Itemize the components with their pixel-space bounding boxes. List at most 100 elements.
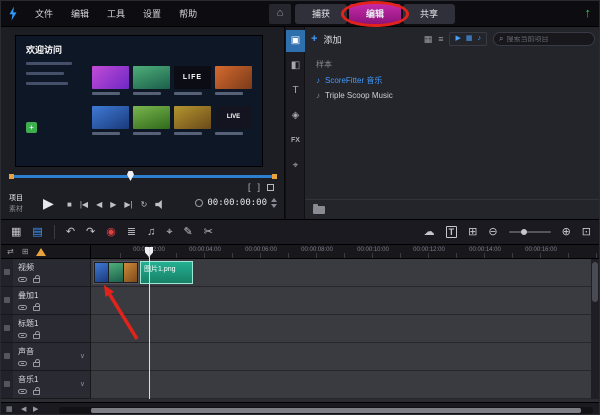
track-header-voice[interactable]: 声音 ∨ [1,343,91,371]
track-select-strip[interactable] [1,259,13,286]
ripple-link-icon[interactable] [18,333,27,338]
fit-timeline-button[interactable]: ⊡ [582,226,591,238]
video-track-lane[interactable]: 图片1.png [91,259,600,287]
video-filter-icon[interactable]: ▶ [455,35,460,43]
update-arrow-icon[interactable]: ↑ [585,5,592,20]
undo-button[interactable]: ↶ [66,226,75,238]
scroll-left-icon[interactable]: ◀ [21,406,26,414]
menu-settings[interactable]: 设置 [134,1,170,27]
prev-frame-button[interactable]: ◀ [96,200,102,209]
menu-help[interactable]: 帮助 [170,1,206,27]
scrollbar-thumb[interactable] [592,262,598,302]
volume-icon[interactable] [155,200,164,209]
mode-clip-button[interactable]: 素材 [9,204,23,215]
filters-icon[interactable]: FX [286,130,305,152]
gallery-view-icon[interactable]: ▦ [424,34,433,45]
zoom-slider[interactable] [509,231,551,233]
ripple-link-icon[interactable] [18,305,27,310]
media-library-icon[interactable]: ▣ [286,30,305,52]
photo-filter-icon[interactable]: ▦ [466,35,473,43]
track-header-overlay1[interactable]: 叠加1 [1,287,91,315]
titles-icon[interactable]: T [286,80,305,102]
menu-edit[interactable]: 编辑 [62,1,98,27]
lock-icon[interactable] [33,390,40,395]
lock-icon[interactable] [33,362,40,367]
add-folder-button[interactable]: 添加 [323,33,341,46]
sound-mixer-button[interactable]: ≣ [127,226,136,238]
browse-folder-icon[interactable] [313,206,325,214]
clip-filmstrip[interactable] [93,261,139,284]
track-header-video[interactable]: 视频 [1,259,91,287]
grid-toggle-icon[interactable]: ▦ [6,406,13,414]
scroll-right-icon[interactable]: ▶ [33,406,38,414]
subtitle-editor-button[interactable]: T [446,226,458,238]
chevron-down-icon[interactable]: ∨ [80,380,85,388]
timeline-view-button[interactable]: ▤ [32,226,42,238]
ripple-link-icon[interactable] [18,361,27,366]
library-item-scorefitter[interactable]: ♪ ScoreFitter 音乐 [316,75,382,86]
music-track-lane[interactable] [91,371,600,399]
title-track-lane[interactable] [91,315,600,343]
marker-triangle-icon[interactable] [36,248,46,256]
menu-tools[interactable]: 工具 [98,1,134,27]
split-clip-button[interactable]: ✂ [204,226,213,238]
swap-tracks-icon[interactable]: ⇄ [7,248,14,256]
track-header-title1[interactable]: 标题1 [1,315,91,343]
painting-creator-button[interactable]: ✎ [184,226,193,238]
tab-capture[interactable]: 捕获 [295,4,347,24]
tab-edit[interactable]: 编辑 [349,4,401,24]
ripple-link-icon[interactable] [18,389,27,394]
motion-tracking-button[interactable]: ⌖ [166,226,172,238]
stop-button[interactable]: ■ [67,200,72,209]
storyboard-view-button[interactable]: ▦ [11,226,21,238]
track-manager-button[interactable]: ⊞ [468,226,477,238]
lock-icon[interactable] [33,278,40,283]
auto-music-button[interactable]: ♫ [147,226,155,238]
next-frame-button[interactable]: ▶ [110,200,116,209]
home-frame-button[interactable]: |◀ [80,200,88,209]
list-view-icon[interactable]: ≡ [438,34,443,45]
lock-icon[interactable] [33,306,40,311]
redo-button[interactable]: ↷ [86,226,95,238]
scrollbar-thumb[interactable] [91,408,581,413]
home-button[interactable]: ⌂ [269,4,291,24]
track-select-strip[interactable] [1,343,13,370]
lock-icon[interactable] [33,334,40,339]
library-item-triplescoop[interactable]: ♪ Triple Scoop Music [316,91,393,100]
trim-start-marker[interactable] [9,174,14,179]
timeline-ruler[interactable]: ⇄ ⊞ 00:00:02:00 00:00:04:00 00:00:06:00 … [1,245,600,259]
trim-bar[interactable] [9,175,277,178]
trim-end-marker[interactable] [272,174,277,179]
playhead-line[interactable] [149,247,150,399]
zoom-out-button[interactable]: ⊖ [488,226,497,238]
menu-file[interactable]: 文件 [26,1,62,27]
cloud-sync-button[interactable]: ☁ [424,226,435,238]
enlarge-icon[interactable] [267,184,274,191]
track-select-strip[interactable] [1,287,13,314]
timecode-spinner[interactable] [271,198,277,208]
voice-track-lane[interactable] [91,343,600,371]
overlay-track-lane[interactable] [91,287,600,315]
zoom-in-button[interactable]: ⊕ [562,226,571,238]
tab-share[interactable]: 共享 [403,4,455,24]
track-select-strip[interactable] [1,371,13,398]
search-input[interactable] [506,36,589,43]
transitions-icon[interactable]: ◧ [286,55,305,77]
ripple-link-icon[interactable] [18,277,27,282]
mode-project-button[interactable]: 项目 [9,193,23,204]
track-select-strip[interactable] [1,315,13,342]
end-frame-button[interactable]: ▶| [124,200,132,209]
graphics-icon[interactable]: ◈ [286,105,305,127]
play-button[interactable]: ▶ [43,195,54,212]
repeat-button[interactable]: ↻ [141,200,148,209]
timeline-clip[interactable]: 图片1.png [140,261,193,284]
record-capture-button[interactable]: ◉ [106,226,116,238]
track-header-music1[interactable]: 音乐1 ∨ [1,371,91,399]
chevron-down-icon[interactable]: ∨ [80,352,85,360]
audio-filter-icon[interactable]: ♪ [478,35,482,43]
horizontal-scrollbar[interactable] [59,407,593,414]
motion-icon[interactable]: ⌖ [286,155,305,177]
add-track-icon[interactable]: ⊞ [22,248,29,256]
vertical-scrollbar[interactable] [591,259,599,399]
scrubber-handle[interactable] [127,171,134,181]
